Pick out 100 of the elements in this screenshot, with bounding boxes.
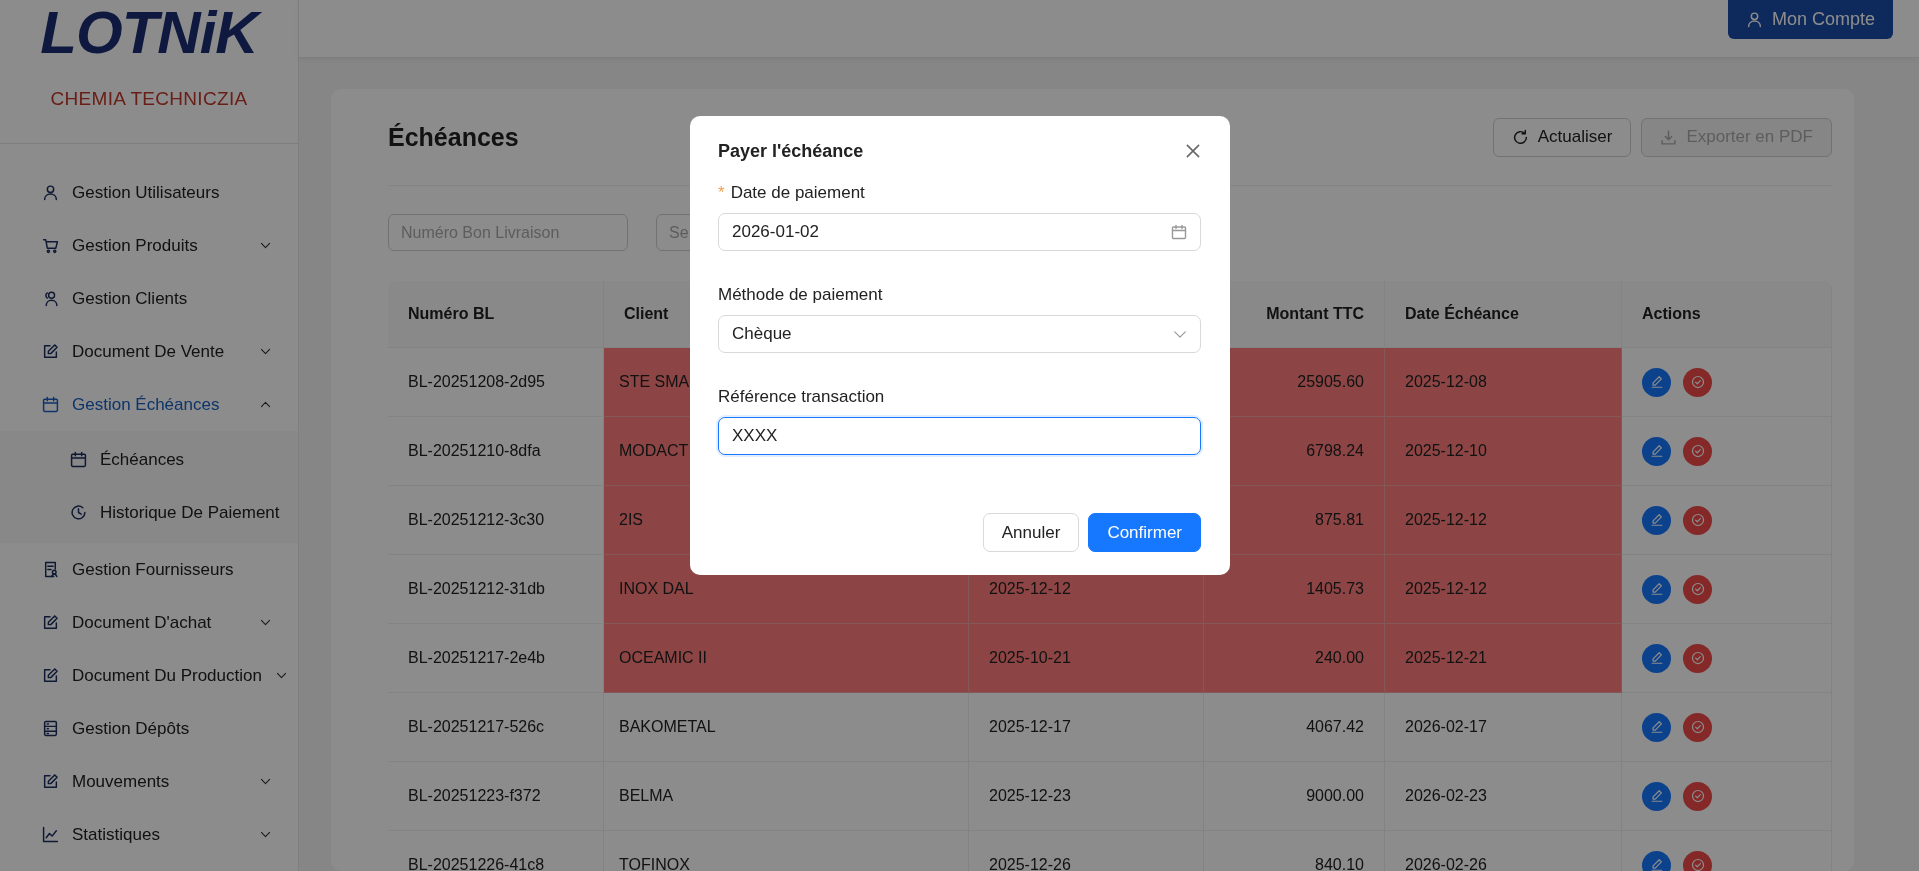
refresh-icon [1511,128,1529,146]
sidebar-item[interactable]: Document Du Production [0,649,298,702]
check-circle-icon [1690,375,1705,389]
sidebar-item[interactable]: Mouvements [0,755,298,808]
calendar-icon [70,451,87,468]
dialog-title: Payer l'échéance [718,141,865,163]
pencil-icon [1649,582,1664,596]
table-cell: 2025-12-17 [968,692,1204,762]
users-icon [42,290,59,307]
pencil-icon [1649,375,1664,389]
edit-button[interactable] [1642,367,1671,397]
table-cell: 2025-12-21 [1384,623,1622,693]
sidebar-item[interactable]: Gestion Fournisseurs [0,543,298,596]
check-circle-icon [1690,582,1705,596]
input-field[interactable]: XXXX [718,417,1201,455]
pencil-icon [1649,444,1664,458]
pay-button[interactable] [1683,781,1712,811]
download-icon [1660,128,1678,146]
confirm-button[interactable]: Confirmer [1088,513,1201,552]
pencil-icon [1649,789,1664,803]
column-header: Numéro BL [388,281,604,348]
edit-icon [42,667,59,684]
account-button[interactable]: Mon Compte [1727,0,1893,39]
table-cell: 2025-12-26 [968,830,1204,871]
sidebar-item[interactable]: Document De Vente [0,325,298,378]
field-label: Date de paiement [730,183,865,203]
edit-button[interactable] [1642,712,1671,742]
table-cell: 840.10 [1203,830,1385,871]
cancel-button[interactable]: Annuler [982,513,1080,552]
edit-icon [42,773,59,790]
column-header: Actions [1621,281,1832,348]
logo: LOTNiK [34,2,264,64]
column-header: Date Échéance [1384,281,1622,348]
document-icon [42,561,59,578]
history-icon [70,504,87,521]
edit-button[interactable] [1642,505,1671,535]
pay-button[interactable] [1683,850,1712,871]
pay-button[interactable] [1683,436,1712,466]
pencil-icon [1649,720,1664,734]
sidebar-item[interactable]: Gestion Produits [0,219,298,272]
submenu-item[interactable]: Échéances [0,433,298,486]
submenu-item[interactable]: Historique De Paiement [0,486,298,539]
table-cell: BL-20251208-2d95 [388,347,604,417]
table-cell: BL-20251212-3c30 [388,485,604,555]
field-label: Méthode de paiement [718,285,883,305]
table-cell: BL-20251223-f372 [388,761,604,831]
check-circle-icon [1690,651,1705,665]
user-icon [1745,11,1763,28]
calendar-icon [42,396,59,413]
table-cell: BL-20251226-41c8 [388,830,604,871]
storage-icon [42,720,59,737]
edit-icon [42,614,59,631]
table-cell: 2025-12-08 [1384,347,1622,417]
close-icon [1184,142,1202,160]
pay-button[interactable] [1683,712,1712,742]
pencil-icon [1649,513,1664,527]
table-cell: 2025-10-21 [968,623,1204,693]
table-cell: TOFINOX [603,830,969,871]
table-cell: 2026-02-26 [1384,830,1622,871]
line-chart-icon [42,826,59,843]
pay-button[interactable] [1683,505,1712,535]
table-cell: BL-20251217-526c [388,692,604,762]
check-circle-icon [1690,720,1705,734]
table-cell: 2025-12-23 [968,761,1204,831]
edit-button[interactable] [1642,574,1671,604]
edit-button[interactable] [1642,850,1671,871]
table-cell: 2025-12-12 [1384,485,1622,555]
edit-button[interactable] [1642,436,1671,466]
sidebar-item[interactable]: Document D'achat [0,596,298,649]
required-mark: * [718,183,725,203]
pay-button[interactable] [1683,367,1712,397]
pencil-icon [1649,651,1664,665]
table-cell: BL-20251210-8dfa [388,416,604,486]
pencil-icon [1649,858,1664,871]
sidebar-item[interactable]: Gestion Utilisateurs [0,166,298,219]
edit-button[interactable] [1642,643,1671,673]
calendar-icon [1171,224,1187,240]
table-cell: 4067.42 [1203,692,1385,762]
sidebar-item[interactable]: Gestion Dépôts [0,702,298,755]
refresh-button[interactable]: Actualiser [1492,117,1632,157]
sidebar-item[interactable]: Gestion Clients [0,272,298,325]
table-cell: OCEAMIC II [603,623,969,693]
user-icon [42,184,59,201]
sidebar-item[interactable]: Gestion Échéances [0,378,298,431]
table-cell: 240.00 [1203,623,1385,693]
edit-button[interactable] [1642,781,1671,811]
dropdown[interactable]: Chèque [718,315,1201,353]
brand-subtitle: CHEMIA TECHNICZIA [50,88,248,110]
table-cell: BAKOMETAL [603,692,969,762]
table-cell: 9000.00 [1203,761,1385,831]
cart-icon [42,237,59,254]
field-label: Référence transaction [718,387,885,407]
table-cell: 2025-12-10 [1384,416,1622,486]
check-circle-icon [1690,789,1705,803]
table-cell: BELMA [603,761,969,831]
pay-button[interactable] [1683,643,1712,673]
pay-button[interactable] [1683,574,1712,604]
table-cell: 2026-02-23 [1384,761,1622,831]
date-field[interactable]: 2026-01-02 [718,213,1201,251]
sidebar-item[interactable]: Statistiques [0,808,298,861]
